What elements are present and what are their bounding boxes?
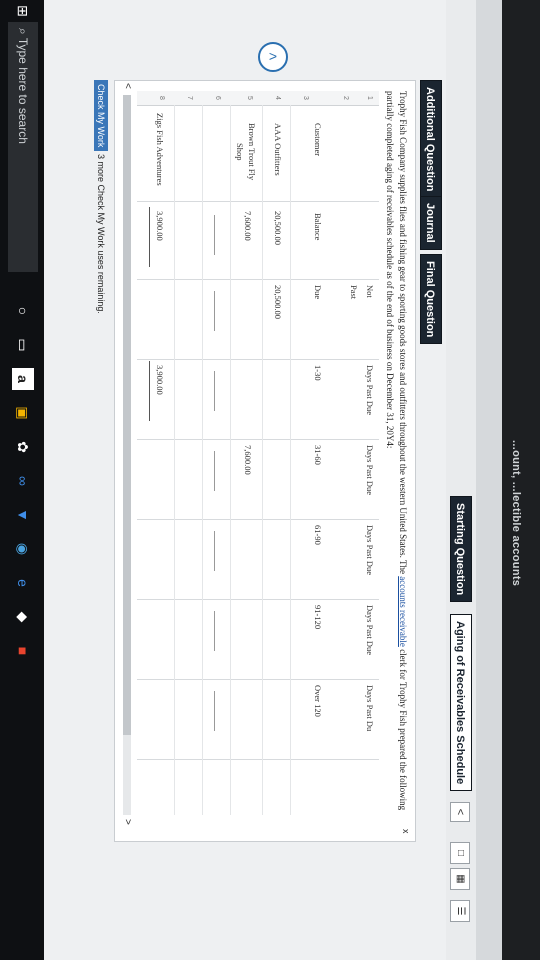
tab-aging-schedule[interactable]: Aging of Receivables Schedule [450, 614, 472, 792]
row-number: 5 [246, 96, 253, 100]
aging-schedule-table: 1 2 3 4 5 6 7 8 Not Days Past Due Days P… [137, 91, 379, 815]
empty-entry[interactable] [214, 531, 215, 571]
header-days-past-due: Days Past Due [365, 445, 375, 496]
customer-name-line2: Shop [235, 143, 245, 161]
row-number: 2 [342, 96, 349, 100]
store-icon[interactable]: ▣ [12, 402, 34, 424]
header-days-past-due: Days Past Due [365, 525, 375, 576]
search-placeholder: Type here to search [16, 37, 30, 144]
header-customer: Customer [313, 123, 323, 157]
edge-icon[interactable]: e [12, 572, 34, 594]
cortana-icon[interactable]: ○ [12, 300, 34, 322]
scroll-right-arrow[interactable]: > [122, 819, 133, 825]
empty-entry[interactable] [214, 291, 215, 331]
row-divider [202, 105, 203, 815]
tab-additional-question[interactable]: Additional Question [420, 80, 442, 199]
task-view-icon[interactable]: ▭ [12, 334, 34, 356]
search-icon: ⌕ [16, 28, 30, 38]
tab-starting-question[interactable]: Starting Question [450, 496, 472, 603]
tab-bar-secondary: Additional Question Journal Final Questi… [416, 0, 446, 960]
tab-journal[interactable]: Journal [420, 196, 442, 250]
row-number: 1 [366, 96, 373, 100]
header-past: Past [349, 285, 359, 300]
header-61-90: 61-90 [313, 525, 323, 545]
header-days-past-due: Days Past Due [365, 365, 375, 416]
customer-name: AAA Outfitters [273, 123, 283, 176]
header-over-120: Over 120 [313, 685, 323, 717]
empty-entry[interactable] [214, 611, 215, 651]
assignment-heading: ...ount, ...lectible accounts [510, 440, 522, 587]
window-icon[interactable]: □ [450, 842, 470, 864]
check-work-remaining: 3 more Check My Work uses remaining. [96, 154, 106, 314]
problem-panel: Trophy Fish Company supplies flies and f… [114, 80, 416, 842]
days-31-60-value: 7,600.00 [243, 445, 253, 475]
row-number: 3 [302, 96, 309, 100]
grid-icon[interactable]: ▦ [450, 868, 470, 890]
horizontal-scrollbar[interactable] [123, 95, 131, 815]
start-icon[interactable]: ⊞ [14, 2, 32, 20]
photos-icon[interactable]: ✿ [12, 436, 34, 458]
accounts-receivable-link[interactable]: accounts receivable [398, 576, 408, 647]
taskbar-search[interactable]: ⌕ Type here to search [8, 22, 38, 272]
empty-entry[interactable] [214, 371, 215, 411]
taskbar: ⊞ ⌕ Type here to search ○ ▭ a ▣ ✿ ∞ ▼ ◉ … [0, 0, 44, 960]
office-icon[interactable]: ■ [12, 640, 34, 662]
customer-name: Zigs Fish Adventures [155, 113, 165, 186]
row-divider [262, 105, 263, 815]
movie-icon[interactable]: ▼ [12, 504, 34, 526]
total-underline [149, 207, 150, 267]
header-balance: Balance [313, 213, 323, 241]
check-my-work-button[interactable]: Check My Work [94, 80, 108, 152]
tab-bar: Starting Question Aging of Receivables S… [446, 0, 476, 960]
tab-final-question[interactable]: Final Question [420, 254, 442, 345]
total-underline [149, 361, 150, 421]
row-divider [230, 105, 231, 815]
row-divider [174, 105, 175, 815]
row-number: 8 [158, 96, 165, 100]
next-arrow-button[interactable]: > [258, 42, 288, 72]
header-due: Due [313, 285, 323, 300]
row-number: 6 [214, 96, 221, 100]
scroll-left-arrow[interactable]: < [122, 83, 133, 89]
browser-toolbar [476, 0, 502, 960]
problem-text: Trophy Fish Company supplies flies and f… [383, 91, 409, 831]
row-number: 7 [186, 96, 193, 100]
balance-value: 20,500.00 [273, 211, 283, 245]
window-titlebar: ...ount, ...lectible accounts [502, 0, 540, 960]
header-days-past-due: Days Past Du [365, 685, 375, 732]
problem-text-part1: Trophy Fish Company supplies flies and f… [398, 91, 408, 577]
close-icon[interactable]: x [401, 829, 411, 834]
balance-value: 7,600.00 [243, 211, 253, 241]
chrome-icon[interactable]: ◉ [12, 538, 34, 560]
customer-name: Brown Trout Fly [247, 123, 257, 181]
screen: ...ount, ...lectible accounts Starting Q… [0, 0, 540, 960]
balance-value: 3,900.00 [155, 211, 165, 241]
header-31-60: 31-60 [313, 445, 323, 465]
not-past-due-value: 20,500.00 [273, 285, 283, 319]
list-icon[interactable]: ☰ [450, 900, 470, 922]
empty-entry[interactable] [214, 451, 215, 491]
row-divider [290, 105, 291, 815]
onenote-icon[interactable]: ◆ [12, 606, 34, 628]
header-days-past-due: Days Past Due [365, 605, 375, 656]
header-1-30: 1-30 [313, 365, 323, 381]
amazon-icon[interactable]: a [12, 368, 34, 390]
row-number: 4 [274, 96, 281, 100]
header-91-120: 91-120 [313, 605, 323, 630]
dropbox-icon[interactable]: ∞ [12, 470, 34, 492]
header-not: Not [365, 285, 375, 298]
days-1-30-value: 3,900.00 [155, 365, 165, 395]
empty-entry[interactable] [214, 691, 215, 731]
scrollbar-thumb[interactable] [123, 95, 131, 735]
empty-entry[interactable] [214, 215, 215, 255]
prev-arrow-button[interactable]: < [450, 802, 470, 822]
